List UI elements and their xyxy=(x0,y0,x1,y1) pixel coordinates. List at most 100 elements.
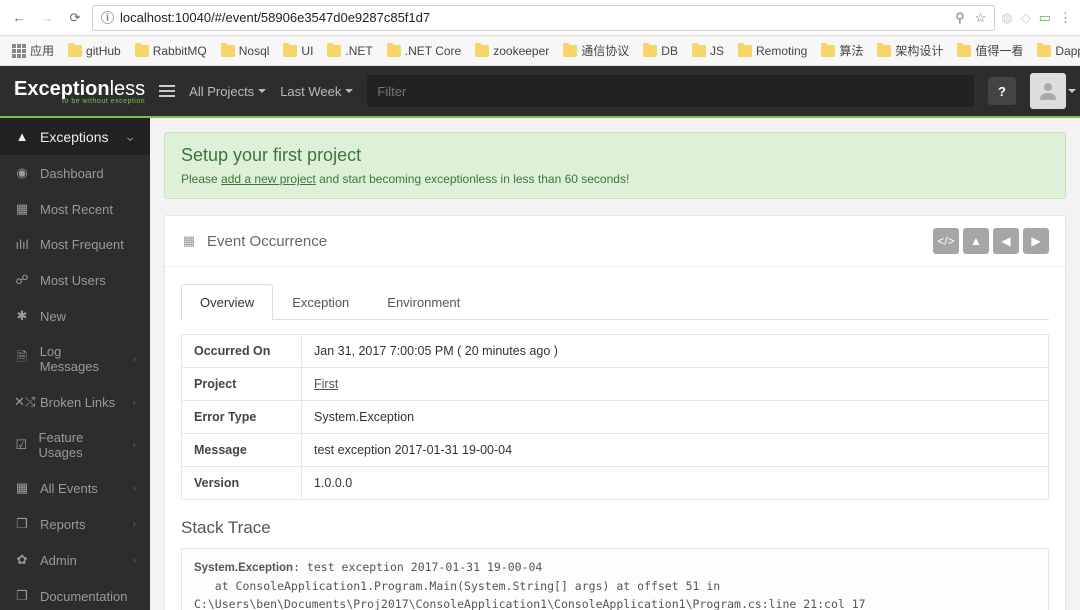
bookmark-item[interactable]: gitHub xyxy=(64,42,125,60)
folder-icon xyxy=(475,45,489,57)
sidebar-item[interactable]: ✱New xyxy=(0,298,150,334)
ext-icon-1[interactable]: ◍ xyxy=(1001,10,1012,26)
sidebar-item[interactable]: ✿Admin› xyxy=(0,542,150,578)
chevron-right-icon: › xyxy=(133,483,136,494)
sidebar-item-label: Most Recent xyxy=(40,202,113,217)
sidebar-item[interactable]: ◉Dashboard xyxy=(0,155,150,191)
bookmarks-bar: 应用 gitHub RabbitMQ Nosql UI .NET .NET Core zoo… xyxy=(0,36,1080,66)
sidebar-item[interactable]: ☑Feature Usages› xyxy=(0,420,150,470)
bookmark-item[interactable]: DB xyxy=(639,42,682,60)
doc-icon: 🗎 xyxy=(14,348,30,370)
ext-icon-3[interactable]: ▭ xyxy=(1039,10,1051,26)
folder-icon xyxy=(1037,45,1051,57)
folder-icon xyxy=(221,45,235,57)
sidebar-item[interactable]: ▦Most Recent xyxy=(0,191,150,227)
star-icon: ✱ xyxy=(14,308,30,324)
check-icon: ☑ xyxy=(14,437,29,453)
bookmark-item[interactable]: Dapper xyxy=(1033,42,1080,60)
daterange-dropdown[interactable]: Last Week xyxy=(280,84,353,99)
sidebar-item[interactable]: 🗎 Log Messages › xyxy=(0,334,150,384)
bookmark-item[interactable]: 值得一看 xyxy=(953,40,1027,61)
detail-key: Error Type xyxy=(182,401,302,434)
up-button[interactable]: ▲ xyxy=(963,228,989,254)
sidebar-item[interactable]: ☍Most Users xyxy=(0,262,150,298)
sidebar-toggle[interactable] xyxy=(159,85,175,97)
setup-banner: Setup your first project Please add a ne… xyxy=(164,132,1066,199)
sidebar-item-label: Log Messages xyxy=(40,344,123,374)
bookmark-item[interactable]: UI xyxy=(279,42,317,60)
bookmark-item[interactable]: 算法 xyxy=(817,40,867,61)
bookmark-star-icon[interactable]: ☆ xyxy=(975,10,987,26)
bookmark-item[interactable]: JS xyxy=(688,42,728,60)
dashboard-icon: ◉ xyxy=(14,165,30,181)
projects-dropdown[interactable]: All Projects xyxy=(189,84,266,99)
caret-down-icon xyxy=(345,89,353,93)
app-topnav: Exceptionless to be without exception Al… xyxy=(0,66,1080,118)
content-area: Setup your first project Please add a ne… xyxy=(150,118,1080,610)
event-panel: ▦ Event Occurrence </> ▲ ◀ ▶ OverviewExc… xyxy=(164,215,1066,610)
chevron-right-icon: › xyxy=(133,354,136,365)
bookmark-item[interactable]: 通信协议 xyxy=(559,40,633,61)
gear-icon: ✿ xyxy=(14,552,30,568)
detail-value: First xyxy=(302,368,1049,401)
detail-value: System.Exception xyxy=(302,401,1049,434)
help-button[interactable]: ? xyxy=(988,77,1016,105)
user-icon xyxy=(1036,79,1060,103)
bars-icon: ılıl xyxy=(14,237,30,252)
location-icon[interactable]: ⚲ xyxy=(955,10,965,26)
caret-down-icon xyxy=(258,89,266,93)
add-project-link[interactable]: add a new project xyxy=(221,172,316,186)
folder-icon xyxy=(821,45,835,57)
forward-button[interactable]: → xyxy=(36,7,58,29)
apps-button[interactable]: 应用 xyxy=(8,40,58,61)
sidebar: ▲ Exceptions ⌄ ◉Dashboard▦Most Recentılı… xyxy=(0,118,150,610)
panel-title: Event Occurrence xyxy=(207,233,327,250)
brand-logo[interactable]: Exceptionless to be without exception xyxy=(14,78,145,105)
reload-button[interactable]: ⟳ xyxy=(64,7,86,29)
prev-arrow-button[interactable]: ◀ xyxy=(993,228,1019,254)
detail-key: Project xyxy=(182,368,302,401)
sidebar-item[interactable]: ❒Reports› xyxy=(0,506,150,542)
chevron-down-icon: ⌄ xyxy=(124,128,136,145)
bookmark-item[interactable]: Remoting xyxy=(734,42,811,60)
sidebar-item[interactable]: ✕⤭Broken Links› xyxy=(0,384,150,420)
chevron-right-icon: › xyxy=(133,397,136,408)
tab-overview[interactable]: Overview xyxy=(181,284,273,320)
sidebar-item-label: Most Users xyxy=(40,273,106,288)
menu-icon[interactable]: ⋮ xyxy=(1059,10,1072,26)
project-link[interactable]: First xyxy=(314,377,338,391)
sidebar-item-label: Admin xyxy=(40,553,77,568)
folder-icon xyxy=(877,45,891,57)
folder-icon xyxy=(68,45,82,57)
tab-environment[interactable]: Environment xyxy=(368,284,479,320)
sidebar-item[interactable]: ılılMost Frequent xyxy=(0,227,150,262)
folder-icon xyxy=(563,45,577,57)
address-bar[interactable]: i localhost:10040/#/event/58906e3547d0e9… xyxy=(92,5,995,31)
bookmark-item[interactable]: .NET xyxy=(323,42,376,60)
detail-key: Occurred On xyxy=(182,335,302,368)
sidebar-item-label: Documentation xyxy=(40,589,127,604)
code-button[interactable]: </> xyxy=(933,228,959,254)
bookmark-item[interactable]: RabbitMQ xyxy=(131,42,211,60)
sidebar-item[interactable]: ▦All Events› xyxy=(0,470,150,506)
filter-input[interactable] xyxy=(367,75,974,107)
bookmark-item[interactable]: .NET Core xyxy=(383,42,465,60)
next-arrow-button[interactable]: ▶ xyxy=(1023,228,1049,254)
bookmark-item[interactable]: 架构设计 xyxy=(873,40,947,61)
back-button[interactable]: ← xyxy=(8,7,30,29)
sidebar-item-label: Feature Usages xyxy=(39,430,123,460)
book-icon: ❒ xyxy=(14,516,30,532)
user-avatar[interactable] xyxy=(1030,73,1066,109)
sidebar-heading-exceptions[interactable]: ▲ Exceptions ⌄ xyxy=(0,118,150,155)
bookmark-item[interactable]: Nosql xyxy=(217,42,274,60)
folder-icon xyxy=(283,45,297,57)
stack-trace[interactable]: System.Exception: test exception 2017-01… xyxy=(181,548,1049,610)
tab-exception[interactable]: Exception xyxy=(273,284,368,320)
site-info-icon[interactable]: i xyxy=(101,11,114,24)
bookmark-item[interactable]: zookeeper xyxy=(471,42,553,60)
ext-icon-2[interactable]: ◇ xyxy=(1021,10,1031,26)
folder-icon xyxy=(738,45,752,57)
banner-text: Please add a new project and start becom… xyxy=(181,172,1049,186)
sidebar-item[interactable]: ❒Documentation xyxy=(0,578,150,610)
folder-icon xyxy=(387,45,401,57)
